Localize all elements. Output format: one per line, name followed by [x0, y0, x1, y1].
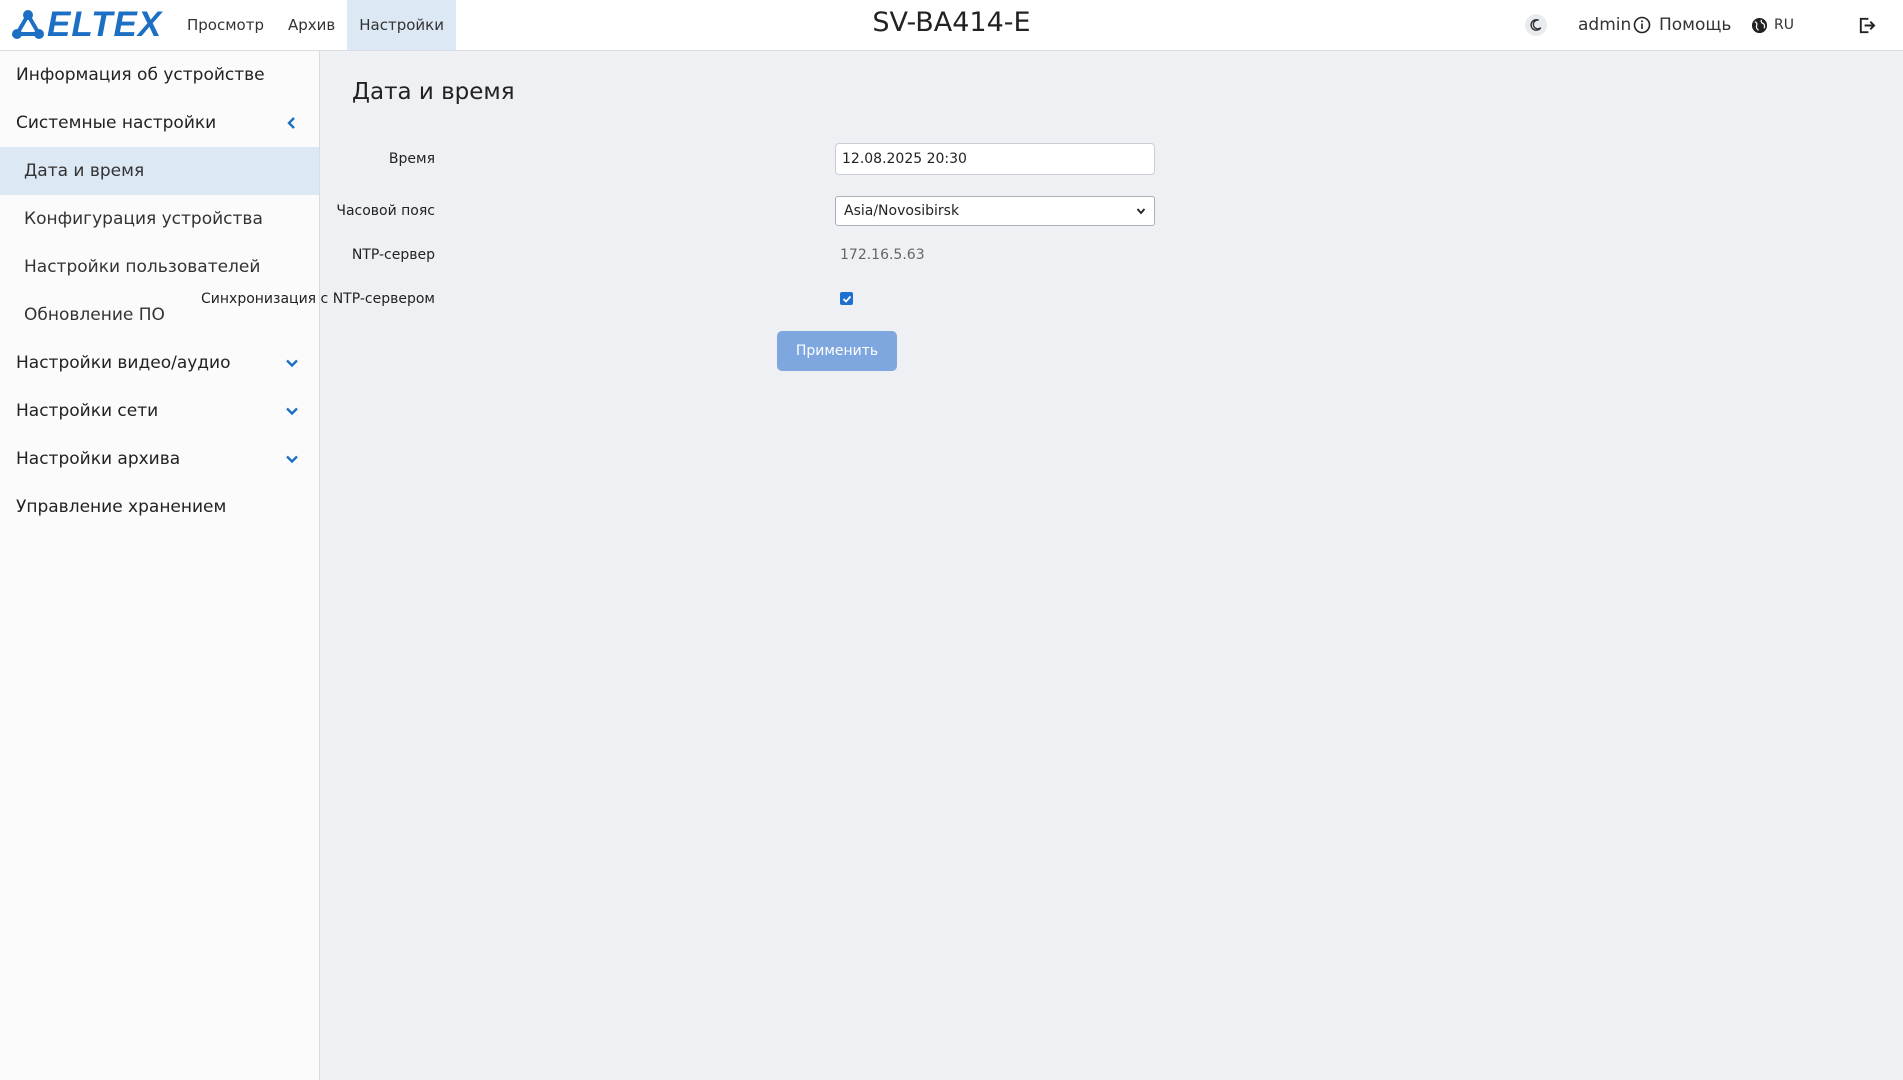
sidebar-item-label: Управление хранением	[16, 497, 227, 517]
page-title: Дата и время	[352, 79, 515, 105]
time-row: Время 12.08.2025 20:30	[321, 143, 1521, 175]
globe-icon	[1751, 17, 1768, 33]
apply-button[interactable]: Применить	[777, 331, 897, 371]
ntp-sync-row: Синхронизация с NTP-сервером	[201, 283, 1521, 315]
eltex-logo[interactable]: ELTEX	[11, 5, 163, 44]
info-icon	[1633, 16, 1651, 34]
timezone-select[interactable]: Asia/Novosibirsk	[835, 196, 1155, 226]
chevron-left-icon	[287, 117, 295, 129]
sidebar-item-label: Настройки сети	[16, 401, 159, 421]
language-label: RU	[1774, 17, 1794, 33]
time-input[interactable]: 12.08.2025 20:30	[835, 143, 1155, 175]
theme-toggle-button[interactable]	[1525, 0, 1547, 50]
ntp-sync-label: Синхронизация с NTP-сервером	[201, 291, 435, 307]
sidebar-item-network[interactable]: Настройки сети	[0, 387, 319, 435]
main-content: Дата и время Время 12.08.2025 20:30 Часо…	[201, 51, 1903, 1080]
sidebar-item-label: Информация об устройстве	[16, 65, 265, 85]
sidebar-item-system-settings[interactable]: Системные настройки	[0, 99, 319, 147]
language-selector[interactable]: RU	[1751, 0, 1794, 50]
help-label: Помощь	[1659, 15, 1732, 35]
sidebar-item-storage[interactable]: Управление хранением	[0, 483, 319, 531]
time-label: Время	[388, 151, 435, 167]
help-button[interactable]: Помощь	[1633, 0, 1731, 50]
ntp-server-label: NTP-сервер	[351, 247, 435, 263]
check-icon	[842, 295, 851, 303]
chevron-down-icon	[286, 359, 298, 368]
nav-archive[interactable]: Архив	[276, 0, 347, 50]
sidebar-item-device-info[interactable]: Информация об устройстве	[0, 51, 319, 99]
sidebar-item-label: Настройки архива	[16, 449, 181, 469]
logout-icon	[1859, 17, 1876, 33]
logout-button[interactable]	[1857, 0, 1876, 50]
chevron-down-icon	[286, 455, 298, 464]
sidebar-item-label: Настройки видео/аудио	[16, 353, 231, 373]
main-nav: Просмотр Архив Настройки	[175, 0, 456, 50]
timezone-value: Asia/Novosibirsk	[844, 203, 960, 219]
ntp-sync-checkbox[interactable]	[840, 292, 853, 305]
chevron-down-icon	[286, 407, 298, 416]
eltex-logo-icon	[12, 10, 44, 39]
sidebar-item-video-audio[interactable]: Настройки видео/аудио	[0, 339, 319, 387]
logo-text: ELTEX	[47, 5, 163, 44]
top-header: ELTEX Просмотр Архив Настройки SV-BA414-…	[0, 0, 1903, 51]
sidebar-item-archive[interactable]: Настройки архива	[0, 435, 319, 483]
timezone-row: Часовой пояс Asia/Novosibirsk	[321, 195, 1521, 227]
ntp-server-value: 172.16.5.63	[840, 247, 925, 263]
moon-icon	[1530, 18, 1542, 31]
ntp-server-row: NTP-сервер 172.16.5.63	[321, 239, 1521, 271]
user-name[interactable]: admin	[1578, 0, 1631, 50]
nav-view[interactable]: Просмотр	[175, 0, 276, 50]
sidebar-item-label: Системные настройки	[16, 113, 217, 133]
nav-settings[interactable]: Настройки	[347, 0, 456, 50]
timezone-label: Часовой пояс	[336, 203, 435, 219]
select-arrow-icon	[1136, 208, 1146, 215]
sidebar-item-label: Обновление ПО	[24, 305, 165, 325]
